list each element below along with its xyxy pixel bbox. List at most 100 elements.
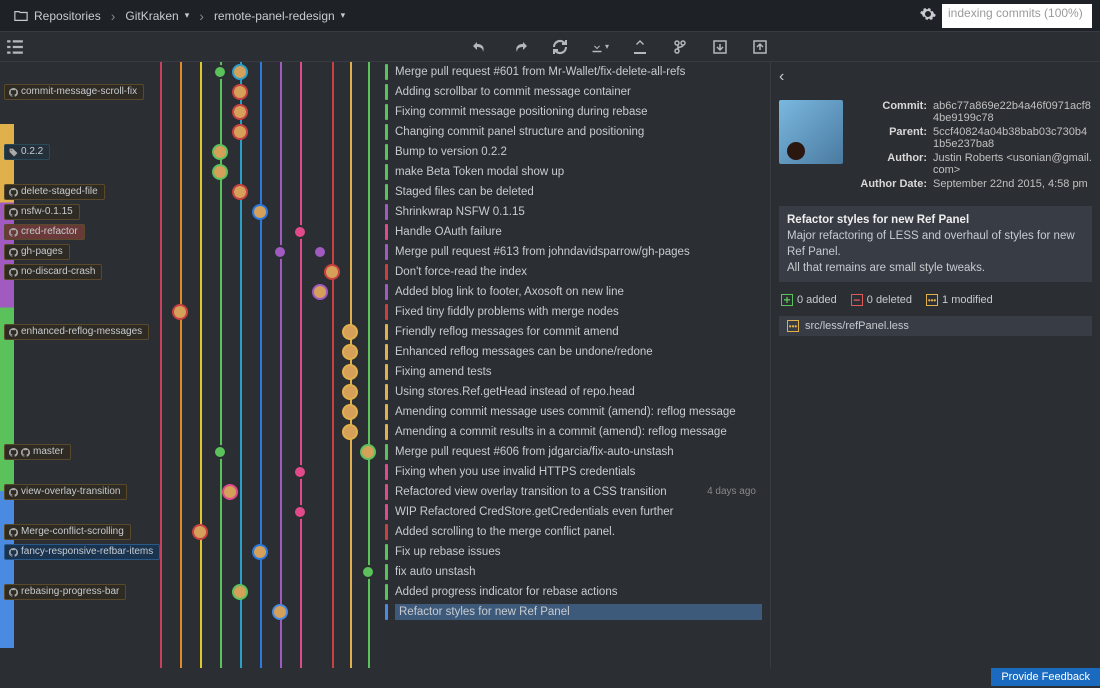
branch-ref-pill[interactable]: fancy-responsive-refbar-items	[4, 544, 160, 560]
commit-message[interactable]: Amending commit message uses commit (ame…	[395, 406, 762, 418]
commit-row[interactable]: Fixing when you use invalid HTTPS creden…	[0, 462, 770, 482]
commit-row[interactable]: Merge pull request #601 from Mr-Wallet/f…	[0, 62, 770, 82]
commit-node[interactable]	[342, 424, 358, 440]
commit-node[interactable]	[172, 304, 188, 320]
commit-node[interactable]	[272, 604, 288, 620]
branch-ref-pill[interactable]: enhanced-reflog-messages	[4, 324, 149, 340]
branch-button[interactable]	[671, 38, 689, 56]
commit-message[interactable]: WIP Refactored CredStore.getCredentials …	[395, 506, 762, 518]
pop-stash-button[interactable]	[751, 38, 769, 56]
commit-row[interactable]: master Merge pull request #606 from jdgar…	[0, 442, 770, 462]
commit-node[interactable]	[342, 384, 358, 400]
commit-node[interactable]	[232, 124, 248, 140]
commit-node[interactable]	[222, 484, 238, 500]
commit-node[interactable]	[360, 444, 376, 460]
commit-node[interactable]	[273, 245, 287, 259]
commit-node[interactable]	[342, 364, 358, 380]
commit-node[interactable]	[212, 164, 228, 180]
commit-row[interactable]: rebasing-progress-barAdded progress indi…	[0, 582, 770, 602]
commit-node[interactable]	[324, 264, 340, 280]
commit-node[interactable]	[212, 144, 228, 160]
commit-message[interactable]: Added blog link to footer, Axosoft on ne…	[395, 286, 762, 298]
commit-message[interactable]: Enhanced reflog messages can be undone/r…	[395, 346, 762, 358]
commit-row[interactable]: cred-refactor Handle OAuth failure	[0, 222, 770, 242]
commit-row[interactable]: make Beta Token modal show up	[0, 162, 770, 182]
refresh-button[interactable]	[551, 38, 569, 56]
commit-node[interactable]	[232, 64, 248, 80]
commit-row[interactable]: Fixed tiny fiddly problems with merge no…	[0, 302, 770, 322]
commit-message[interactable]: Added progress indicator for rebase acti…	[395, 586, 762, 598]
commit-message[interactable]: Fixing amend tests	[395, 366, 762, 378]
commit-message[interactable]: Fix up rebase issues	[395, 546, 762, 558]
parent-hash[interactable]: 5ccf40824a04b38bab03c730b41b5e237ba8	[933, 126, 1092, 150]
commit-row[interactable]: commit-message-scroll-fix Adding scrollba…	[0, 82, 770, 102]
branch-ref-pill[interactable]: 0.2.2	[4, 144, 50, 160]
commit-message[interactable]: fix auto unstash	[395, 566, 762, 578]
commit-node[interactable]	[293, 465, 307, 479]
feedback-button[interactable]: Provide Feedback	[991, 668, 1100, 686]
commit-row[interactable]: no-discard-crashDon't force-read the ind…	[0, 262, 770, 282]
commit-message[interactable]: Added scrolling to the merge conflict pa…	[395, 526, 762, 538]
commit-message[interactable]: Handle OAuth failure	[395, 226, 762, 238]
back-button[interactable]: ‹	[771, 62, 1100, 92]
commit-node[interactable]	[232, 584, 248, 600]
commit-node[interactable]	[232, 184, 248, 200]
commit-node[interactable]	[232, 104, 248, 120]
commit-row[interactable]: WIP Refactored CredStore.getCredentials …	[0, 502, 770, 522]
panel-toggle-button[interactable]	[6, 38, 24, 56]
commit-node[interactable]	[342, 324, 358, 340]
commit-node[interactable]	[361, 565, 375, 579]
commit-node[interactable]	[213, 445, 227, 459]
commit-row[interactable]: Merge-conflict-scrolling Added scrolling …	[0, 522, 770, 542]
commit-message[interactable]: Bump to version 0.2.2	[395, 146, 762, 158]
commit-message[interactable]: Fixing when you use invalid HTTPS creden…	[395, 466, 762, 478]
commit-node[interactable]	[342, 344, 358, 360]
commit-message[interactable]: Refactor styles for new Ref Panel	[395, 604, 762, 620]
branch-ref-pill[interactable]: gh-pages	[4, 244, 70, 260]
commit-row[interactable]: nsfw-0.1.15 Shrinkwrap NSFW 0.1.15	[0, 202, 770, 222]
commit-node[interactable]	[252, 544, 268, 560]
breadcrumb-repo[interactable]: remote-panel-redesign ▾	[208, 9, 351, 23]
commit-node[interactable]	[213, 65, 227, 79]
commit-row[interactable]: Amending a commit results in a commit (a…	[0, 422, 770, 442]
commit-row[interactable]: gh-pages Merge pull request #613 from joh…	[0, 242, 770, 262]
commit-row[interactable]: 0.2.2 Bump to version 0.2.2	[0, 142, 770, 162]
commit-row[interactable]: enhanced-reflog-messagesFriendly reflog …	[0, 322, 770, 342]
branch-ref-pill[interactable]: commit-message-scroll-fix	[4, 84, 144, 100]
settings-button[interactable]	[920, 6, 936, 25]
undo-button[interactable]	[471, 38, 489, 56]
commit-row[interactable]: Added blog link to footer, Axosoft on ne…	[0, 282, 770, 302]
commit-row[interactable]: Enhanced reflog messages can be undone/r…	[0, 342, 770, 362]
commit-node[interactable]	[342, 404, 358, 420]
commit-message[interactable]: Merge pull request #606 from jdgarcia/fi…	[395, 446, 762, 458]
commit-row[interactable]: fix auto unstash	[0, 562, 770, 582]
commit-node[interactable]	[313, 245, 327, 259]
commit-message[interactable]: Merge pull request #601 from Mr-Wallet/f…	[395, 66, 762, 78]
commit-message[interactable]: Using stores.Ref.getHead instead of repo…	[395, 386, 762, 398]
commit-row[interactable]: Changing commit panel structure and posi…	[0, 122, 770, 142]
branch-ref-pill[interactable]: view-overlay-transition	[4, 484, 127, 500]
commit-message[interactable]: Don't force-read the index	[395, 266, 762, 278]
breadcrumb-org[interactable]: GitKraken ▾	[119, 9, 195, 23]
commit-row[interactable]: delete-staged-file Staged files can be de…	[0, 182, 770, 202]
commit-node[interactable]	[312, 284, 328, 300]
pull-button[interactable]: ▾	[591, 38, 609, 56]
branch-ref-pill[interactable]: master	[4, 444, 71, 460]
commit-message[interactable]: Staged files can be deleted	[395, 186, 762, 198]
branch-ref-pill[interactable]: cred-refactor	[4, 224, 85, 240]
redo-button[interactable]	[511, 38, 529, 56]
commit-row[interactable]: Refactor styles for new Ref Panel	[0, 602, 770, 622]
commit-message[interactable]: Merge pull request #613 from johndavidsp…	[395, 246, 762, 258]
commit-hash[interactable]: ab6c77a869e22b4a46f0971acf84be9199c78	[933, 100, 1092, 124]
commit-message[interactable]: Shrinkwrap NSFW 0.1.15	[395, 206, 762, 218]
commit-row[interactable]: view-overlay-transitionRefactored view o…	[0, 482, 770, 502]
commit-message[interactable]: Adding scrollbar to commit message conta…	[395, 86, 762, 98]
branch-ref-pill[interactable]: delete-staged-file	[4, 184, 105, 200]
commit-node[interactable]	[252, 204, 268, 220]
branch-ref-pill[interactable]: nsfw-0.1.15	[4, 204, 80, 220]
commit-row[interactable]: Amending commit message uses commit (ame…	[0, 402, 770, 422]
push-button[interactable]	[631, 38, 649, 56]
stash-button[interactable]	[711, 38, 729, 56]
commit-message[interactable]: make Beta Token modal show up	[395, 166, 762, 178]
branch-ref-pill[interactable]: Merge-conflict-scrolling	[4, 524, 131, 540]
